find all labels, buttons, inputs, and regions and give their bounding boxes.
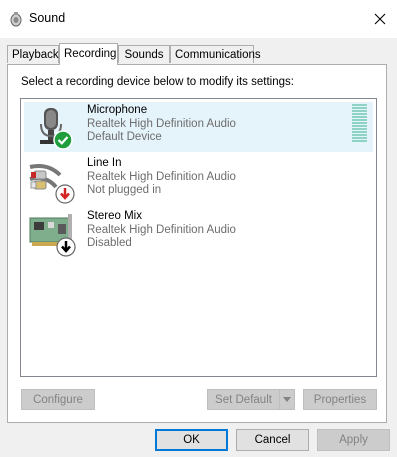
close-icon xyxy=(374,13,386,25)
check-badge-icon xyxy=(53,130,73,150)
device-status: Disabled xyxy=(87,237,132,249)
rca-cable-icon xyxy=(28,157,78,205)
down-arrow-red-badge-icon xyxy=(55,184,75,204)
close-button[interactable] xyxy=(363,0,397,38)
instruction-text: Select a recording device below to modif… xyxy=(21,76,294,88)
tab-recording[interactable]: Recording xyxy=(59,43,118,65)
configure-button[interactable]: Configure xyxy=(21,389,95,410)
level-meter xyxy=(352,104,367,143)
sound-card-icon xyxy=(28,210,78,258)
device-item-microphone[interactable]: Microphone Realtek High Definition Audio… xyxy=(24,102,373,152)
device-driver: Realtek High Definition Audio xyxy=(87,118,236,130)
device-list[interactable]: Microphone Realtek High Definition Audio… xyxy=(20,98,377,377)
cancel-button[interactable]: Cancel xyxy=(236,429,309,451)
device-driver: Realtek High Definition Audio xyxy=(87,224,236,236)
microphone-icon xyxy=(28,104,78,152)
ok-button[interactable]: OK xyxy=(155,429,228,451)
title-bar: Sound xyxy=(0,0,397,38)
device-name: Line In xyxy=(87,157,122,169)
recording-panel: Select a recording device below to modif… xyxy=(7,64,387,423)
set-default-dropdown-button[interactable] xyxy=(279,389,295,410)
tab-communications[interactable]: Communications xyxy=(170,45,261,63)
tab-sounds[interactable]: Sounds xyxy=(118,45,170,63)
speaker-icon xyxy=(8,11,24,27)
device-status: Default Device xyxy=(87,131,162,143)
device-item-line-in[interactable]: Line In Realtek High Definition Audio No… xyxy=(24,155,373,205)
tab-playback[interactable]: Playback xyxy=(7,45,59,63)
properties-button[interactable]: Properties xyxy=(303,389,377,410)
set-default-button[interactable]: Set Default xyxy=(207,389,279,410)
chevron-down-icon xyxy=(283,397,291,402)
window-title: Sound xyxy=(29,11,66,25)
apply-button[interactable]: Apply xyxy=(317,429,390,451)
device-name: Microphone xyxy=(87,104,148,116)
device-name: Stereo Mix xyxy=(87,210,142,222)
device-status: Not plugged in xyxy=(87,184,162,196)
device-item-stereo-mix[interactable]: Stereo Mix Realtek High Definition Audio… xyxy=(24,208,373,258)
device-driver: Realtek High Definition Audio xyxy=(87,171,236,183)
down-arrow-black-badge-icon xyxy=(56,237,76,257)
